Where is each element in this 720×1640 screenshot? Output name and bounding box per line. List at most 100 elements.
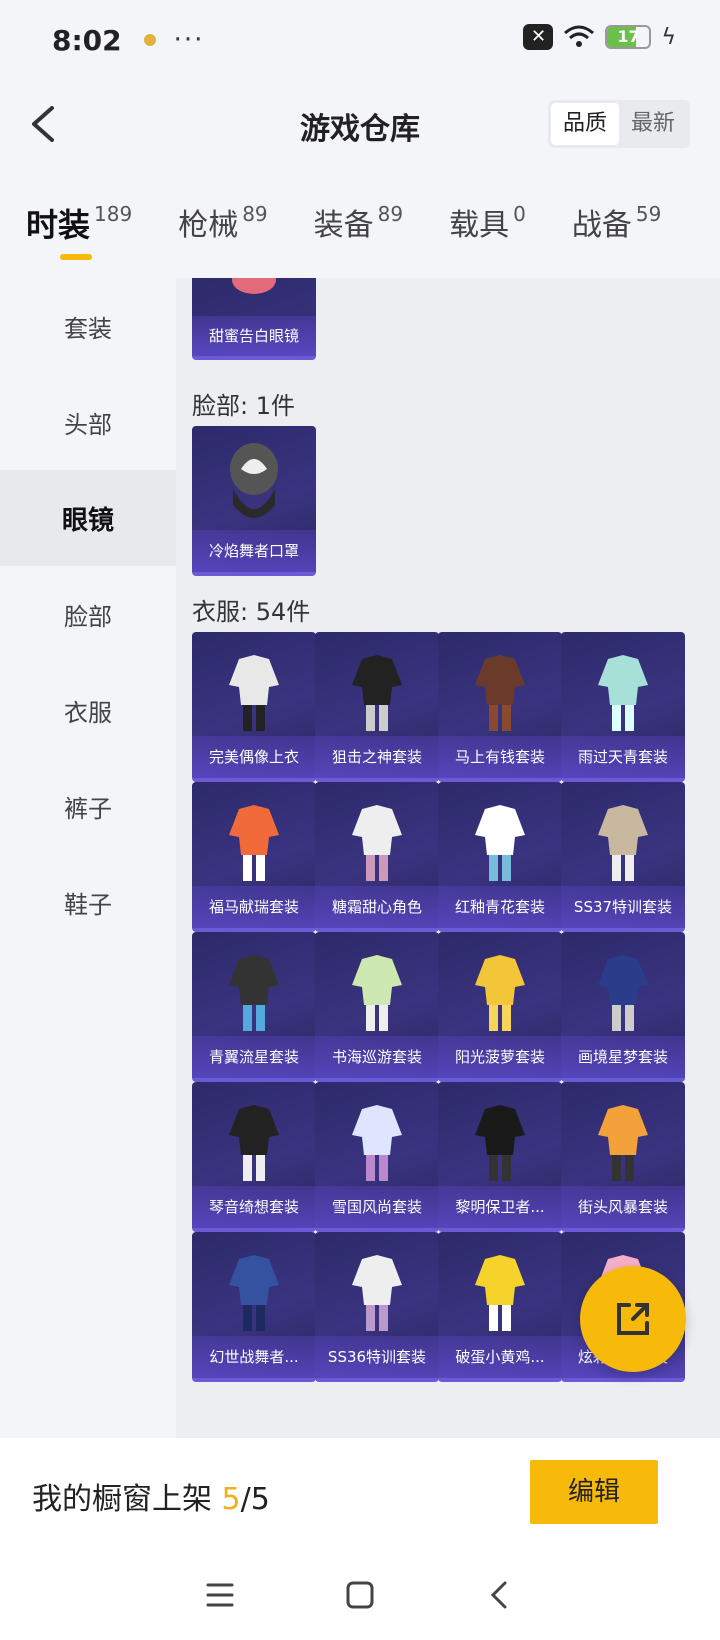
item-name: 雨过天青套装: [561, 736, 685, 778]
edit-button[interactable]: 编辑: [530, 1460, 658, 1524]
wifi-icon: [564, 25, 595, 47]
item-image: [192, 640, 316, 740]
item-card[interactable]: 马上有钱套装: [438, 632, 562, 782]
tab-equipment[interactable]: 装备 89: [314, 200, 403, 278]
item-card[interactable]: 书海巡游套装: [315, 932, 439, 1082]
item-card[interactable]: 狙击之神套装: [315, 632, 439, 782]
outfit-icon: [229, 1255, 279, 1331]
sidebar-item-shoes[interactable]: 鞋子: [0, 854, 176, 950]
item-name: 琴音绮想套装: [192, 1186, 316, 1228]
share-icon: [617, 1303, 649, 1335]
item-image: [315, 1240, 439, 1340]
battery-icon: 17: [605, 25, 652, 49]
sidebar-item-clothes[interactable]: 衣服: [0, 662, 176, 758]
system-nav-bar: [0, 1550, 720, 1640]
item-image: [561, 640, 685, 740]
outfit-icon: [475, 1255, 525, 1331]
status-time: 8:02: [52, 23, 122, 57]
tab-count: 0: [513, 202, 526, 226]
item-image: [192, 790, 316, 890]
section-title-clothes: 衣服: 54件: [192, 598, 311, 626]
item-card[interactable]: 街头风暴套装: [561, 1082, 685, 1232]
sidebar: 套装 头部 眼镜 脸部 衣服 裤子 鞋子: [0, 278, 176, 1438]
showcase-status: 我的橱窗上架 5/5: [32, 1474, 270, 1518]
glasses-item-icon: [232, 278, 276, 294]
tab-gear[interactable]: 战备 59: [572, 200, 661, 278]
tab-count: 89: [377, 202, 404, 226]
item-card[interactable]: 幻世战舞者...: [192, 1232, 316, 1382]
outfit-icon: [475, 805, 525, 881]
item-card[interactable]: 福马献瑞套装: [192, 782, 316, 932]
item-name: 完美偶像上衣: [192, 736, 316, 778]
item-image: [315, 640, 439, 740]
tab-fashion[interactable]: 时装 189: [26, 200, 132, 278]
item-name: 书海巡游套装: [315, 1036, 439, 1078]
item-image: [438, 940, 562, 1040]
share-fab[interactable]: [580, 1266, 686, 1372]
sidebar-item-head[interactable]: 头部: [0, 374, 176, 470]
more-icon: ···: [173, 25, 205, 55]
tab-count: 189: [94, 202, 133, 226]
tab-vehicles[interactable]: 载具 0: [449, 200, 526, 278]
item-name: 画境星梦套装: [561, 1036, 685, 1078]
sort-latest-button[interactable]: 最新: [619, 103, 687, 145]
category-tabs: 时装 189 枪械 89 装备 89 载具 0 战备 59: [0, 200, 720, 278]
item-name: 糖霜甜心角色: [315, 886, 439, 928]
item-name: 幻世战舞者...: [192, 1336, 316, 1378]
item-card[interactable]: 琴音绮想套装: [192, 1082, 316, 1232]
item-card[interactable]: 甜蜜告白眼镜: [192, 278, 316, 360]
sidebar-item-suit[interactable]: 套装: [0, 278, 176, 374]
outfit-icon: [229, 955, 279, 1031]
item-image: [438, 790, 562, 890]
item-card[interactable]: 完美偶像上衣: [192, 632, 316, 782]
outfit-icon: [598, 655, 648, 731]
item-card[interactable]: SS37特训套装: [561, 782, 685, 932]
menu-icon[interactable]: [200, 1575, 240, 1615]
tab-label: 战备: [571, 208, 632, 243]
item-name: SS37特训套装: [561, 886, 685, 928]
item-image: [192, 434, 316, 534]
sidebar-item-glasses[interactable]: 眼镜: [0, 470, 176, 566]
item-card[interactable]: 冷焰舞者口罩: [192, 426, 316, 576]
outfit-icon: [352, 955, 402, 1031]
outfit-icon: [229, 655, 279, 731]
item-image: [315, 790, 439, 890]
item-card[interactable]: 雨过天青套装: [561, 632, 685, 782]
tab-label: 装备: [313, 208, 374, 243]
item-name: 街头风暴套装: [561, 1186, 685, 1228]
header: 游戏仓库 品质 最新: [0, 80, 720, 200]
item-card[interactable]: SS36特训套装: [315, 1232, 439, 1382]
charging-icon: ϟ: [661, 24, 676, 50]
mask-icon: [230, 443, 278, 518]
sidebar-item-pants[interactable]: 裤子: [0, 758, 176, 854]
item-card[interactable]: 红釉青花套装: [438, 782, 562, 932]
item-image: [192, 1090, 316, 1190]
item-name: 冷焰舞者口罩: [192, 530, 316, 572]
back-nav-icon[interactable]: [480, 1575, 520, 1615]
item-grid-area: 甜蜜告白眼镜 脸部: 1件 冷焰舞者口罩 衣服: 54件 完美偶像上衣 狙击之神套…: [176, 278, 720, 1438]
item-name: 青翼流星套装: [192, 1036, 316, 1078]
tab-guns[interactable]: 枪械 89: [178, 200, 267, 278]
bottom-bar: 我的橱窗上架 5/5 编辑: [0, 1438, 720, 1550]
item-card[interactable]: 黎明保卫者...: [438, 1082, 562, 1232]
sort-toggle: 品质 最新: [547, 100, 690, 148]
home-icon[interactable]: [340, 1575, 380, 1615]
sort-quality-button[interactable]: 品质: [550, 103, 619, 145]
notification-dot-icon: [143, 34, 156, 46]
item-card[interactable]: 雪国风尚套装: [315, 1082, 439, 1232]
item-card[interactable]: 画境星梦套装: [561, 932, 685, 1082]
tab-label: 枪械: [178, 208, 239, 243]
battery-level: 17: [617, 27, 640, 46]
item-card[interactable]: 青翼流星套装: [192, 932, 316, 1082]
item-image: [561, 790, 685, 890]
item-image: [438, 1090, 562, 1190]
sidebar-item-face[interactable]: 脸部: [0, 566, 176, 662]
outfit-icon: [229, 1105, 279, 1181]
item-name: 狙击之神套装: [315, 736, 439, 778]
outfit-icon: [352, 655, 402, 731]
outfit-icon: [598, 805, 648, 881]
item-name: 红釉青花套装: [438, 886, 562, 928]
item-card[interactable]: 阳光菠萝套装: [438, 932, 562, 1082]
item-card[interactable]: 破蛋小黄鸡...: [438, 1232, 562, 1382]
item-card[interactable]: 糖霜甜心角色: [315, 782, 439, 932]
